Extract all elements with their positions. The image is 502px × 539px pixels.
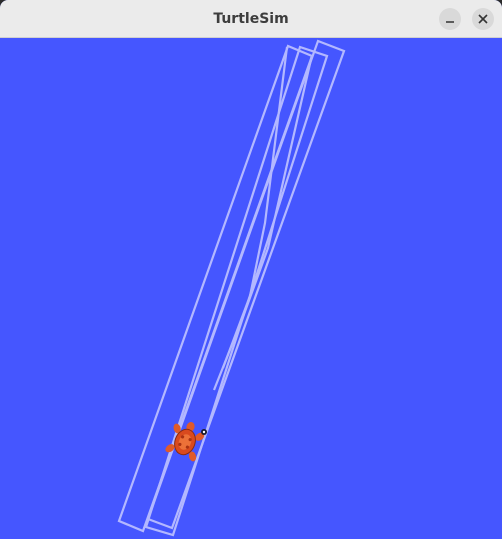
trail-line-2 xyxy=(212,54,314,391)
title-bar[interactable]: TurtleSim xyxy=(0,0,502,38)
drawing-surface xyxy=(117,39,346,537)
turtle-head-marker xyxy=(201,429,207,435)
close-button[interactable] xyxy=(472,8,494,30)
minimize-icon xyxy=(446,21,454,23)
turtle-canvas xyxy=(0,38,502,539)
turtlesim-window: TurtleSim xyxy=(0,0,502,539)
close-icon xyxy=(478,14,488,24)
trail-rectangle-1 xyxy=(117,44,314,533)
pen-trail xyxy=(117,39,346,537)
window-title: TurtleSim xyxy=(213,11,289,27)
minimize-button[interactable] xyxy=(439,8,461,30)
trail-rectangle-2 xyxy=(144,45,329,537)
trail-rectangle-3 xyxy=(146,39,346,530)
